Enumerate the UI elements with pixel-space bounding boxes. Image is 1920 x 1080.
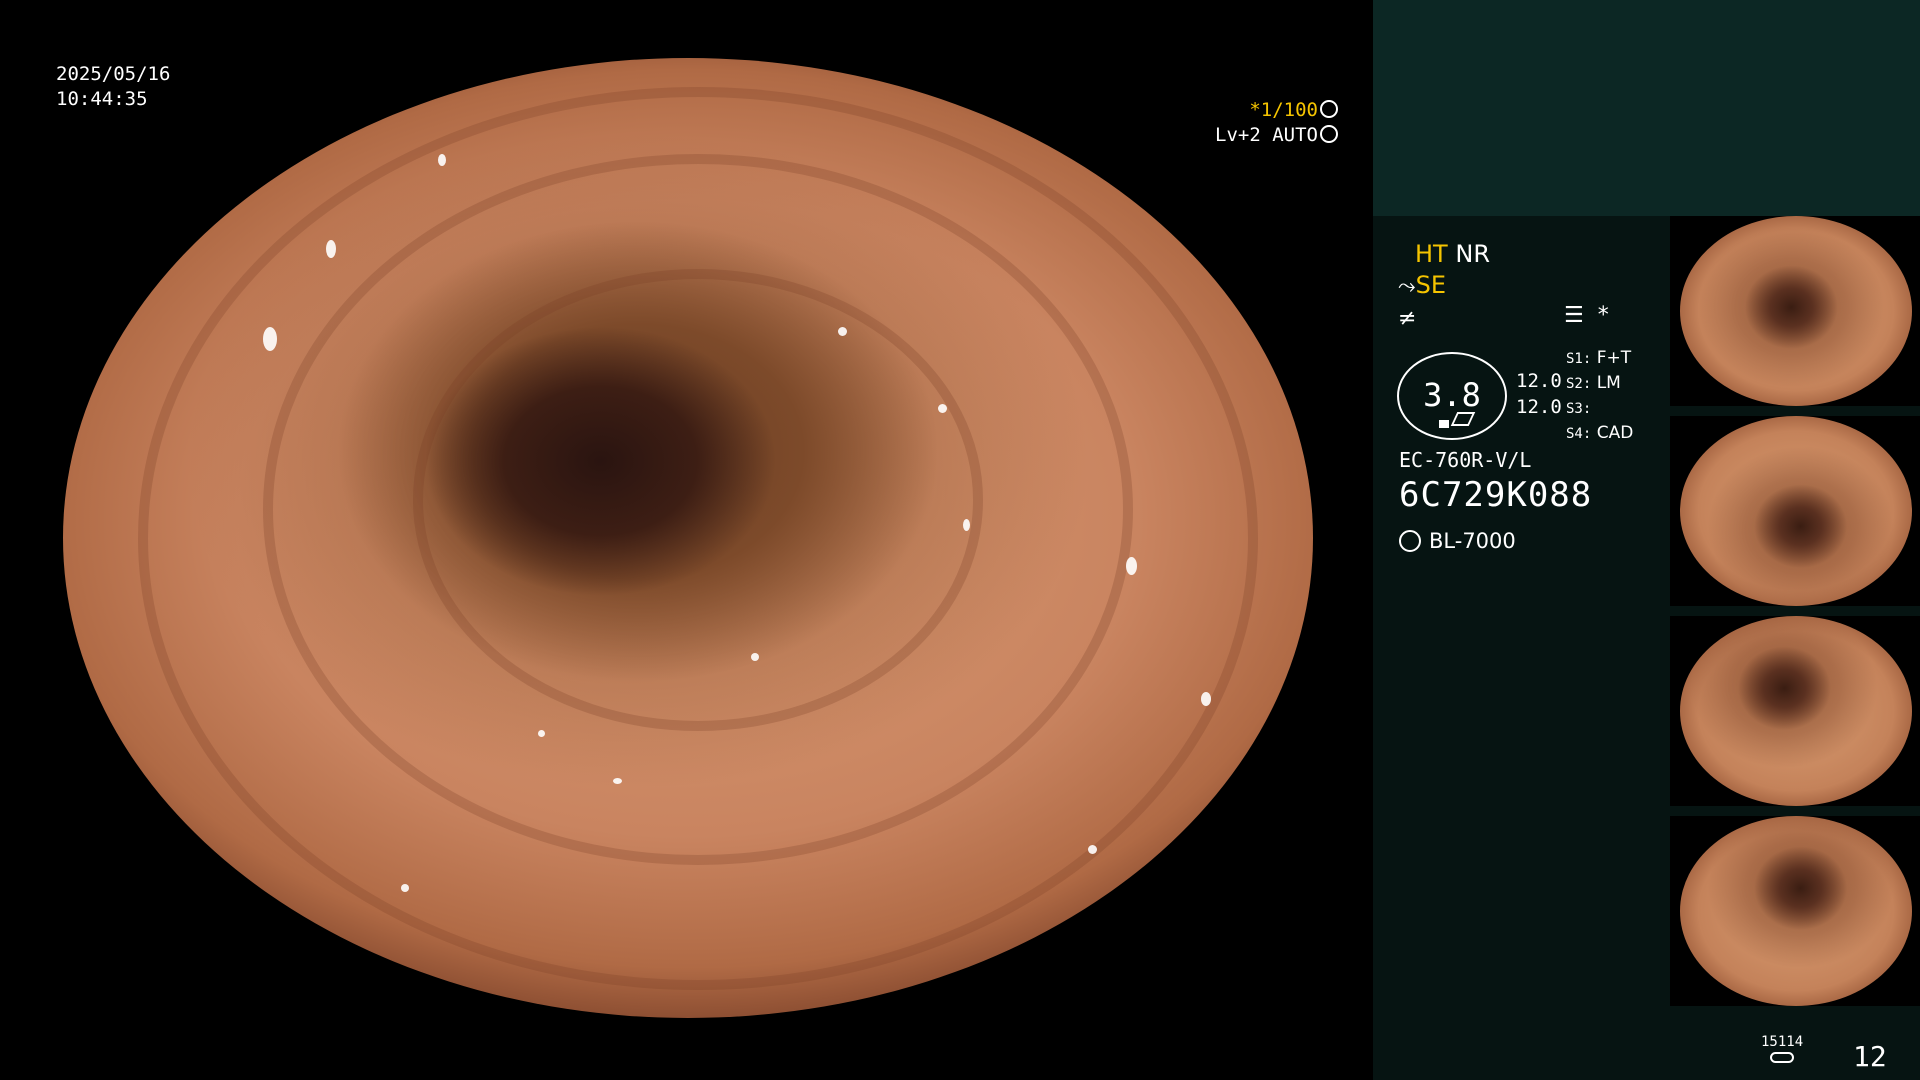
exposure-readout: *1/100 Lv+2 AUTO — [1215, 98, 1338, 148]
se-row: ⤳SE — [1398, 271, 1446, 299]
specular-highlight — [750, 653, 759, 662]
iris-line: Lv+2 AUTO — [1215, 123, 1338, 148]
panel-header — [1373, 0, 1920, 216]
storage-counter: 15114 — [1761, 1034, 1803, 1063]
iris-mode-text: Lv+2 AUTO — [1215, 124, 1318, 146]
shutter-line: *1/100 — [1215, 98, 1338, 123]
thumbnail-image[interactable] — [1670, 616, 1920, 806]
date-text: 2025/05/16 — [56, 63, 171, 85]
image-count-text: 12 — [1853, 1040, 1887, 1073]
storage-icon — [1770, 1052, 1795, 1063]
nr-label: NR — [1455, 240, 1490, 268]
thumbnail-image[interactable] — [1670, 816, 1920, 1006]
value-2-text: 12.0 — [1516, 396, 1562, 418]
specular-highlight — [438, 154, 446, 166]
shutter-symbol-icon — [1320, 100, 1338, 118]
scope-model-text: EC-760R-V/L — [1399, 448, 1532, 472]
specular-highlight — [1200, 691, 1211, 706]
switch-slot: S2: LM — [1566, 373, 1621, 393]
ht-nr-row: HT NR — [1415, 240, 1490, 268]
structure-enhance-icon: ⤳ — [1398, 274, 1416, 299]
thumbnail-picture — [1680, 416, 1912, 606]
switch-slot: S3: — [1566, 398, 1591, 418]
thumbnail-image[interactable] — [1670, 416, 1920, 606]
switch-value: LM — [1596, 373, 1621, 393]
scope-value-text: 3.8 — [1423, 376, 1481, 414]
switch-value: CAD — [1596, 423, 1634, 443]
scope-marker — [1439, 420, 1449, 428]
specular-highlight — [263, 326, 277, 351]
shutter-speed-text: *1/100 — [1249, 99, 1318, 121]
endoscope-live-view: 2025/05/16 10:44:35 *1/100 Lv+2 AUTO — [0, 0, 1373, 1080]
light-source-icon — [1399, 530, 1421, 552]
asterisk-text: * — [1597, 303, 1609, 328]
switch-label: S3: — [1566, 401, 1592, 417]
thumbnail-image[interactable] — [1670, 216, 1920, 406]
thumbnail-picture — [1680, 816, 1912, 1006]
mucosal-fold — [138, 86, 1258, 990]
specular-highlight — [538, 730, 545, 737]
switch-label: S1: — [1566, 351, 1592, 367]
color-enhance-row: ≠ — [1398, 303, 1416, 331]
switch-slot: S4: CAD — [1566, 423, 1633, 443]
se-label: SE — [1415, 271, 1447, 299]
waveform-icon: ☰ — [1564, 303, 1584, 328]
scope-serial-text: 6C729K088 — [1399, 475, 1593, 515]
thumbnail-picture — [1680, 616, 1912, 806]
specular-highlight — [613, 778, 622, 784]
time-text: 10:44:35 — [56, 88, 148, 110]
ht-label: HT — [1415, 240, 1448, 268]
color-enhance-icon: ≠ — [1398, 306, 1417, 331]
date-time-readout: 2025/05/16 10:44:35 — [56, 62, 170, 112]
info-panel: HT NR ⤳SE ≠ ☰ * 3.8 12.0 12.0 S1: F+T S2… — [1373, 0, 1920, 1080]
switch-value: F+T — [1596, 348, 1632, 368]
specular-highlight — [400, 883, 409, 892]
specular-highlight — [325, 240, 336, 259]
specular-highlight — [1125, 557, 1137, 576]
scope-diameter-indicator: 3.8 — [1397, 352, 1507, 440]
iris-symbol-icon — [1320, 125, 1338, 143]
thumbnail-picture — [1680, 216, 1912, 406]
specular-highlight — [838, 326, 847, 336]
switch-label: S2: — [1566, 376, 1592, 392]
scope-marker-outline — [1450, 412, 1476, 426]
switch-label: S4: — [1566, 426, 1592, 442]
storage-counter-text: 15114 — [1761, 1034, 1804, 1050]
light-source-row: BL-7000 — [1399, 529, 1516, 553]
specular-highlight — [938, 403, 947, 413]
light-source-text: BL-7000 — [1429, 529, 1516, 553]
value-1-text: 12.0 — [1516, 370, 1562, 392]
mode-icons-row: ☰ * — [1564, 303, 1609, 328]
switch-slot: S1: F+T — [1566, 348, 1631, 368]
endoscopic-image — [63, 58, 1313, 1018]
specular-highlight — [963, 518, 970, 531]
